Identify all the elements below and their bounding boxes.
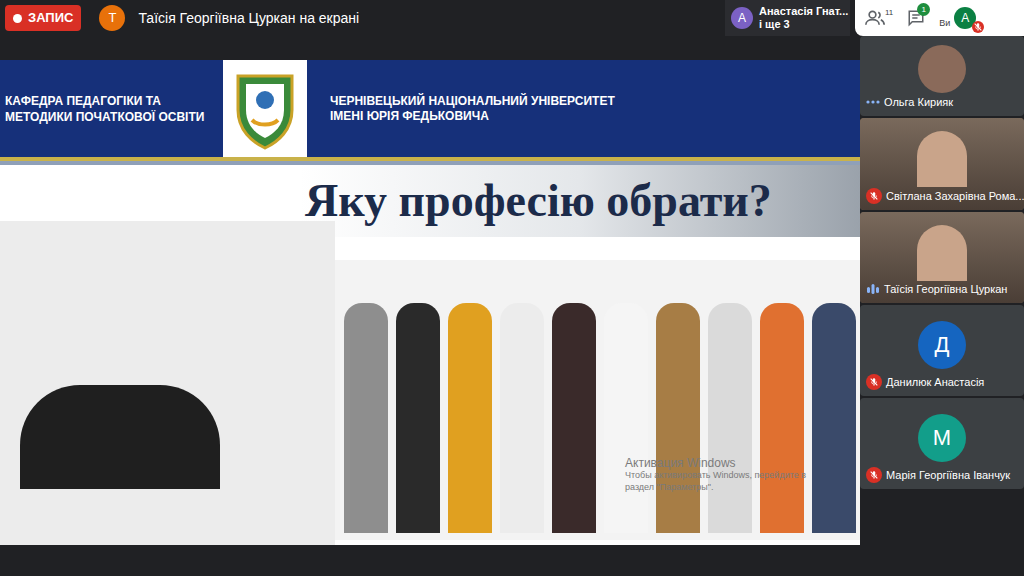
worker-figure	[708, 303, 752, 533]
university-logo	[223, 60, 307, 157]
participant-initial: М	[933, 421, 951, 454]
title-band: Яку професію обрати?	[300, 165, 860, 237]
participant-label: Світлана Захарівна Рома...	[866, 188, 1020, 205]
watermark-line: Активация Windows	[625, 457, 806, 469]
you-label: Ви	[939, 17, 950, 31]
self-view[interactable]: Ви А	[939, 5, 976, 31]
participant-name: Таїсія Георгіївна Цуркан	[884, 281, 1007, 298]
participant-tile[interactable]: Таїсія Георгіївна Цуркан	[860, 212, 1024, 303]
worker-figure	[396, 303, 440, 533]
participant-tile[interactable]: М Марія Георгіївна Іванчук	[860, 398, 1024, 489]
participant-label: Данилюк Анастасія	[866, 374, 1020, 391]
mic-off-icon	[866, 188, 882, 204]
participant-label: Марія Георгіївна Іванчук	[866, 467, 1020, 484]
presenter-text: Таїсія Георгіївна Цуркан на екрані	[138, 8, 359, 29]
slide-title: Яку професію обрати?	[300, 175, 772, 227]
top-bar: ЗАПИС Т Таїсія Георгіївна Цуркан на екрані…	[0, 0, 1024, 36]
participant-figure	[917, 131, 967, 187]
people-button[interactable]: 11	[865, 10, 893, 26]
participant-tile[interactable]: Ольга Кирияк	[860, 36, 1024, 116]
participant-label: Ольга Кирияк	[866, 94, 1020, 111]
others-name: Анастасія Гнат...	[759, 5, 844, 18]
presenter-avatar: Т	[99, 5, 125, 31]
chat-badge: 1	[917, 3, 930, 16]
others-chip[interactable]: А Анастасія Гнат...і ще 3	[725, 0, 850, 36]
worker-figure	[604, 303, 648, 533]
participant-name: Марія Георгіївна Іванчук	[886, 467, 1010, 484]
chat-badge-count: 1	[922, 6, 926, 14]
people-icon	[865, 10, 885, 26]
others-avatar: А	[731, 7, 753, 29]
people-count: 11	[885, 7, 893, 19]
people-figures	[340, 275, 860, 533]
department-text: КАФЕДРА ПЕДАГОГІКИ ТА МЕТОДИКИ ПОЧАТКОВО…	[0, 93, 215, 125]
recording-label: ЗАПИС	[28, 8, 73, 28]
watermark-line: Чтобы активировать Windows, перейдите в	[625, 469, 806, 481]
worker-figure	[344, 303, 388, 533]
presenter-initial: Т	[108, 8, 116, 28]
participant-name: Ольга Кирияк	[884, 94, 953, 111]
participant-tile[interactable]: Д Данилюк Анастасія	[860, 305, 1024, 396]
worker-figure	[500, 303, 544, 533]
speaking-icon	[866, 283, 880, 295]
record-dot-icon	[13, 14, 22, 23]
toolbar: 111ВиА	[855, 0, 1024, 36]
participant-name: Данилюк Анастасія	[886, 374, 984, 391]
worker-figure	[448, 303, 492, 533]
presentation-area: КАФЕДРА ПЕДАГОГІКИ ТА МЕТОДИКИ ПОЧАТКОВО…	[0, 36, 860, 576]
mic-off-icon	[972, 21, 984, 33]
windows-watermark: Активация WindowsЧтобы активировать Wind…	[625, 457, 806, 493]
mic-off-icon	[866, 374, 882, 390]
signpost-photo	[0, 221, 335, 545]
participants-panel: Ольга Кирияк Світлана Захарівна Рома... Та…	[860, 36, 1024, 576]
participant-tile[interactable]: Світлана Захарівна Рома...	[860, 118, 1024, 210]
university-text: ЧЕРНІВЕЦЬКИЙ НАЦІОНАЛЬНИЙ УНІВЕРСИТЕТ ІМ…	[330, 94, 650, 124]
worker-figure	[656, 303, 700, 533]
slide: КАФЕДРА ПЕДАГОГІКИ ТА МЕТОДИКИ ПОЧАТКОВО…	[0, 60, 860, 545]
mic-off-icon	[866, 467, 882, 483]
participant-label: Таїсія Георгіївна Цуркан	[866, 281, 1020, 298]
participant-photo	[918, 45, 966, 93]
worker-figure	[552, 303, 596, 533]
worker-figure	[812, 303, 856, 533]
participant-figure	[917, 225, 967, 281]
chat-button[interactable]: 1	[907, 9, 925, 27]
participant-avatar: М	[918, 414, 966, 462]
logo-icon	[230, 66, 300, 152]
person-figure	[20, 385, 220, 489]
recording-badge: ЗАПИС	[5, 5, 81, 31]
participant-avatar: Д	[918, 321, 966, 369]
you-initial: А	[961, 9, 969, 27]
watermark-line: раздел "Параметры".	[625, 481, 806, 493]
audio-idle-icon	[866, 99, 880, 105]
participant-name: Світлана Захарівна Рома...	[886, 188, 1024, 205]
others-more: і ще 3	[759, 18, 844, 31]
participant-initial: Д	[935, 328, 950, 361]
others-initial: А	[738, 9, 746, 27]
worker-figure	[760, 303, 804, 533]
slide-banner: КАФЕДРА ПЕДАГОГІКИ ТА МЕТОДИКИ ПОЧАТКОВО…	[0, 60, 860, 157]
